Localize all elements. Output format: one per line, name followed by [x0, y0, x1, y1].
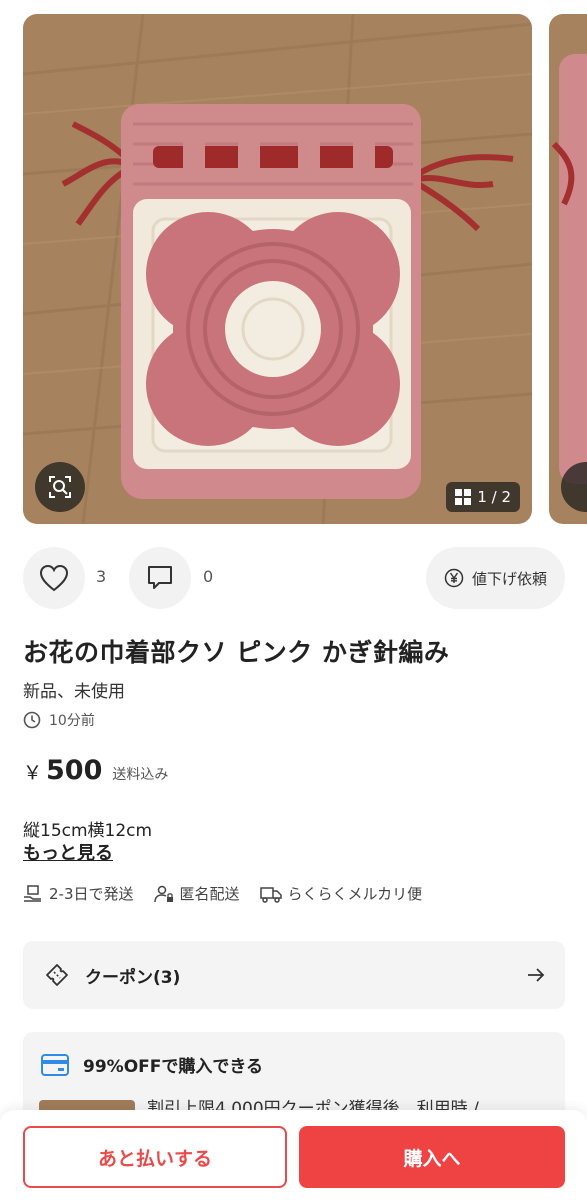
product-photo[interactable]: 1 / 2	[23, 14, 532, 524]
bottom-action-bar: あと払いする 購入へ	[0, 1110, 587, 1200]
comment-count: 0	[203, 567, 214, 586]
next-product-photo[interactable]	[549, 14, 587, 524]
shipping-included-note: 送料込み	[112, 767, 169, 783]
image-counter-text: 1 / 2	[477, 488, 511, 506]
item-price: ￥ 500 送料込み	[23, 755, 168, 786]
clock-icon	[23, 711, 41, 729]
anonymous-shipping-text: 匿名配送	[179, 885, 240, 903]
shipping-days-text: 2-3日で発送	[49, 885, 134, 903]
price-amount: 500	[46, 755, 103, 786]
image-search-button[interactable]	[35, 462, 85, 512]
price-symbol: ￥	[23, 762, 43, 784]
image-gallery[interactable]: 1 / 2	[0, 0, 587, 540]
item-description: 縦15cm横12cm	[23, 821, 153, 841]
lens-search-icon	[49, 476, 71, 498]
promo-headline: 99%OFFで購入できる	[41, 1052, 263, 1077]
comment-button[interactable]	[129, 547, 191, 609]
anonymous-shipping: 匿名配送	[153, 883, 240, 904]
image-counter: 1 / 2	[446, 482, 520, 512]
price-offer-label: 値下げ依頼	[471, 569, 547, 588]
crochet-pouch-image	[23, 14, 532, 524]
ticket-icon	[46, 964, 68, 986]
item-title: お花の巾着部クソ ピンク かぎ針編み	[23, 638, 450, 667]
shipping-days: 2-3日で発送	[23, 883, 134, 904]
yen-coin-icon	[444, 568, 464, 588]
posted-time-text: 10分前	[49, 713, 95, 729]
coupon-label: クーポン(3)	[85, 967, 181, 988]
truck-icon	[259, 886, 282, 903]
arrow-right-icon	[528, 968, 545, 982]
action-row: 3 0 値下げ依頼	[23, 547, 565, 609]
heart-icon	[39, 564, 69, 592]
promo-headline-text: 99%OFFで購入できる	[83, 1057, 264, 1077]
credit-card-icon	[41, 1053, 69, 1076]
next-photo-image	[549, 14, 587, 524]
shipping-info: 2-3日で発送 匿名配送 らくらくメルカリ便	[23, 883, 442, 904]
item-condition: 新品、未使用	[23, 682, 125, 702]
posted-time: 10分前	[23, 710, 95, 730]
anonymous-person-icon	[153, 885, 173, 902]
like-button[interactable]	[23, 547, 85, 609]
grid-icon	[455, 489, 472, 505]
coupon-row[interactable]: クーポン(3)	[23, 941, 565, 1009]
package-hand-icon	[24, 884, 41, 902]
comment-icon	[148, 566, 172, 589]
shipping-method: らくらくメルカリ便	[259, 883, 423, 904]
like-count: 3	[96, 567, 107, 586]
shipping-method-text: らくらくメルカリ便	[287, 885, 423, 903]
pay-later-button[interactable]: あと払いする	[23, 1126, 287, 1188]
see-more-link[interactable]: もっと見る	[23, 839, 113, 865]
price-offer-button[interactable]: 値下げ依頼	[425, 547, 565, 609]
buy-button[interactable]: 購入へ	[299, 1126, 565, 1188]
